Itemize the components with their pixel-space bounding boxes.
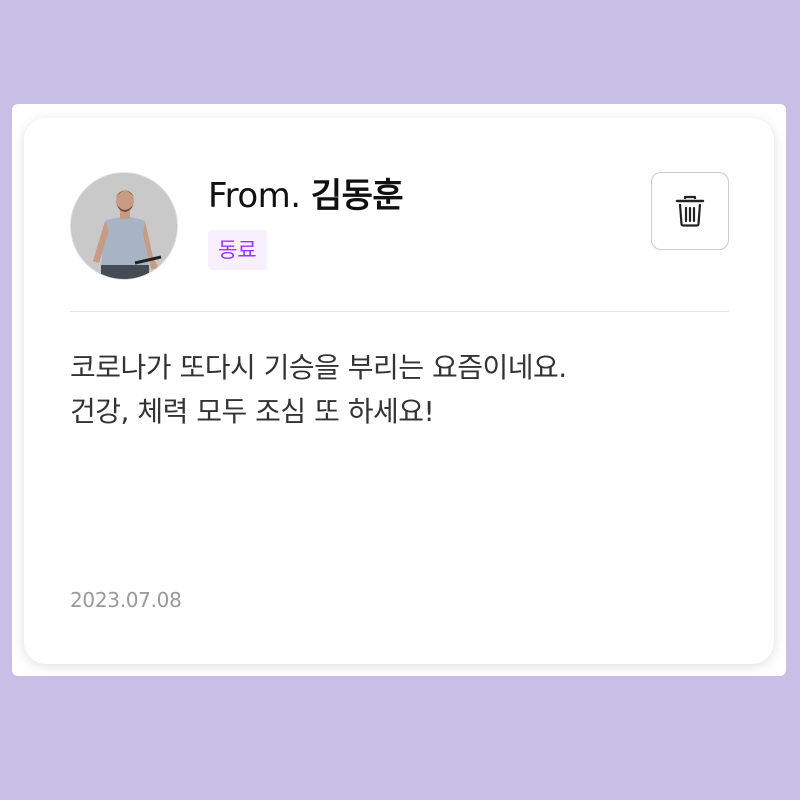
sender-name: 김동훈 [310,176,404,216]
delete-button[interactable] [651,172,729,250]
trash-icon [675,195,705,227]
profile-photo [71,173,177,279]
created-date: 2023.07.08 [70,588,182,612]
divider [70,311,729,312]
avatar [70,172,178,280]
message-line: 코로나가 또다시 기승을 부리는 요즘이네요. [70,351,567,384]
sender-line: From. 김동훈 [208,176,404,216]
from-prefix: From. [208,176,301,216]
relation-badge: 동료 [208,230,267,270]
message-body: 코로나가 또다시 기승을 부리는 요즘이네요. 건강, 체력 모두 조심 또 하… [70,346,730,434]
message-card: From. 김동훈 동료 코로나가 또다시 기승을 부리는 요즘이네요. 건강,… [24,118,774,664]
message-line: 건강, 체력 모두 조심 또 하세요! [70,395,435,428]
